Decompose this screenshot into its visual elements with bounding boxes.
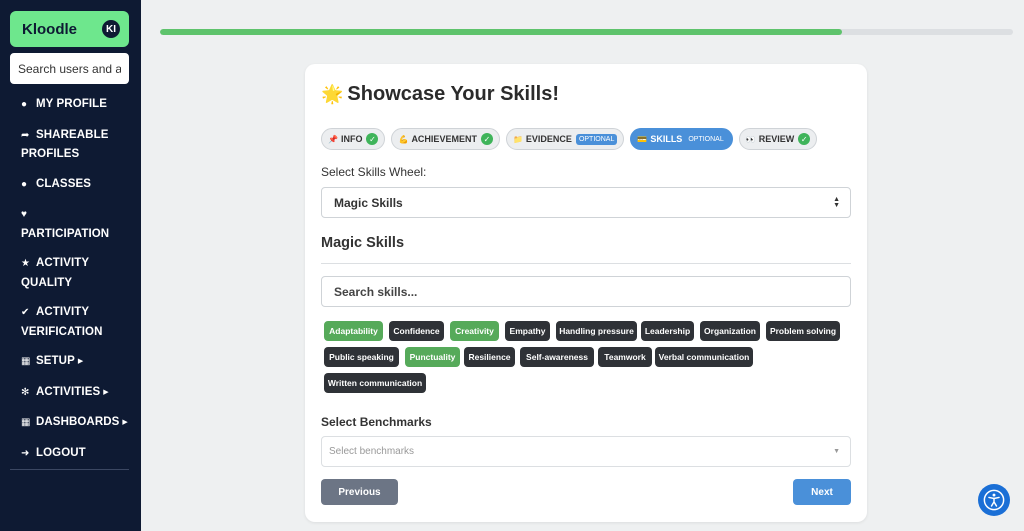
step-label: ACHIEVEMENT (411, 134, 477, 144)
skill-tag-confidence[interactable]: Confidence (389, 321, 444, 341)
skill-tag-organization[interactable]: Organization (700, 321, 760, 341)
caret-right-icon: ▶ (103, 388, 109, 396)
sort-arrows-icon: ▲ ▼ (833, 195, 840, 209)
step-tab-info[interactable]: 📌 INFO ✓ (321, 128, 386, 150)
skill-tag-leadership[interactable]: Leadership (641, 321, 694, 341)
sidebar-item-label: DASHBOARDS (36, 416, 120, 428)
step-tabs: 📌 INFO ✓ 💪 ACHIEVEMENT ✓ 📁 EVIDENCE OPTIONAL 💳… (321, 128, 818, 150)
benchmarks-label: Select Benchmarks (321, 415, 432, 429)
skill-tag-public-speaking[interactable]: Public speaking (324, 347, 399, 367)
sidebar: Kloodle KI ● MY PROFILE ➦SHAREABLE PROFIL… (0, 0, 141, 531)
logout-icon: ➜ (21, 447, 30, 459)
skill-search-input[interactable] (321, 276, 851, 307)
check-icon: ✓ (480, 133, 493, 145)
optional-badge: OPTIONAL (575, 133, 618, 145)
page-title-text: Showcase Your Skills! (347, 83, 559, 105)
muscle-icon: 💪 (398, 134, 409, 144)
accessibility-button[interactable] (978, 484, 1010, 516)
skill-tag-creativity[interactable]: Creativity (450, 321, 499, 341)
step-label: SKILLS (650, 134, 683, 144)
skill-tag-problem-solving[interactable]: Problem solving (766, 321, 840, 341)
star-icon: ★ (21, 258, 31, 269)
sidebar-item-label: SETUP (36, 355, 75, 367)
sidebar-item-dashboards[interactable]: ▦ DASHBOARDS ▶ (0, 413, 141, 433)
sidebar-item-setup[interactable]: ▦ SETUP ▶ (0, 352, 141, 372)
skill-tag-written-communication[interactable]: Written communication (324, 373, 426, 393)
skill-tag-punctuality[interactable]: Punctuality (405, 347, 460, 367)
check-icon: ✓ (798, 133, 811, 145)
sidebar-item-participation[interactable]: ♥ PARTICIPATION (0, 205, 141, 243)
page-title: 🌟 Showcase Your Skills! (321, 83, 559, 106)
sidebar-item-activity-verification[interactable]: ✔ ACTIVITY VERIFICATION (0, 303, 141, 341)
check-icon: ✓ (366, 133, 379, 145)
next-button[interactable]: Next (793, 479, 851, 505)
step-tab-review[interactable]: 👀 REVIEW ✓ (738, 128, 818, 150)
sidebar-item-label: CLASSES (36, 177, 92, 190)
caret-right-icon: ▶ (122, 419, 128, 426)
skill-tag-handling-pressure[interactable]: Handling pressure (556, 321, 637, 341)
user-avatar-badge[interactable]: KI (102, 20, 120, 38)
optional-badge: OPTIONAL (688, 135, 724, 143)
sidebar-item-label: SHAREABLE PROFILES (21, 128, 109, 161)
brand-name: Kloodle (22, 20, 77, 38)
section-divider (321, 263, 851, 264)
heart-icon: ♥ (21, 209, 28, 220)
progress-bar-fill (160, 29, 843, 35)
running-icon: ✻ (21, 386, 30, 398)
skill-tag-verbal-communication[interactable]: Verbal communication (655, 347, 753, 367)
skill-tag-empathy[interactable]: Empathy (505, 321, 550, 341)
step-label: INFO (340, 134, 363, 144)
skills-wheel-value: Magic Skills (334, 195, 403, 210)
step-label: REVIEW (758, 134, 795, 144)
step-tab-achievement[interactable]: 💪 ACHIEVEMENT ✓ (391, 128, 500, 150)
sidebar-search-input[interactable] (10, 53, 129, 84)
skills-wheel-label: Select Skills Wheel: (321, 165, 427, 179)
sidebar-divider (10, 469, 129, 470)
step-tab-skills[interactable]: 💳 SKILLS OPTIONAL (630, 128, 733, 150)
sidebar-item-classes[interactable]: ● CLASSES (0, 175, 141, 195)
sidebar-item-label: PARTICIPATION (21, 227, 110, 240)
skill-tag-teamwork[interactable]: Teamwork (598, 347, 652, 367)
sidebar-item-my-profile[interactable]: ● MY PROFILE (0, 95, 141, 115)
benchmarks-select[interactable]: Select benchmarks ▼ (321, 436, 851, 467)
eyes-icon: 👀 (745, 134, 756, 144)
pin-icon: 📌 (328, 134, 338, 144)
sidebar-item-activities[interactable]: ✻ ACTIVITIES ▶ (0, 383, 141, 403)
step-label: EVIDENCE (525, 134, 572, 144)
accessibility-icon (983, 489, 1005, 511)
skills-card: 🌟 Showcase Your Skills! 📌 INFO ✓ 💪 ACHIEVEME… (305, 64, 867, 522)
share-icon: ➦ (21, 129, 30, 141)
chart-icon: ▦ (21, 417, 31, 428)
sidebar-item-activity-quality[interactable]: ★ ACTIVITY QUALITY (0, 254, 141, 292)
folder-icon: 📁 (512, 134, 523, 144)
sidebar-item-shareable-profiles[interactable]: ➦ SHAREABLE PROFILES (0, 126, 141, 164)
star-icon: 🌟 (321, 84, 344, 104)
skill-tag-resilience[interactable]: Resilience (464, 347, 515, 367)
skill-tag-adaptability[interactable]: Adaptability (324, 321, 383, 341)
sidebar-nav: ● MY PROFILE ➦ SHAREABLE PROFILES ● CLASSES… (0, 95, 141, 474)
id-card-icon: 💳 (637, 134, 648, 144)
chevron-down-icon: ▼ (833, 448, 840, 455)
skills-wheel-select[interactable]: Magic Skills ▲ ▼ (321, 187, 851, 218)
benchmarks-placeholder: Select benchmarks (329, 446, 415, 457)
user-icon: ● (21, 99, 28, 110)
brand-logo[interactable]: Kloodle KI (10, 11, 129, 47)
skills-wheel-heading: Magic Skills (321, 235, 405, 251)
sidebar-item-label: LOGOUT (36, 446, 86, 459)
previous-button[interactable]: Previous (321, 479, 398, 505)
sidebar-item-label: MY PROFILE (36, 98, 108, 110)
check-circle-icon: ✔ (21, 307, 30, 318)
sidebar-item-label: ACTIVITIES (36, 385, 101, 398)
skill-tag-self-awareness[interactable]: Self-awareness (520, 347, 594, 367)
caret-right-icon: ▶ (77, 358, 84, 365)
step-tab-evidence[interactable]: 📁 EVIDENCE OPTIONAL (505, 128, 625, 150)
progress-bar (160, 29, 1013, 35)
users-icon: ● (21, 178, 28, 190)
grid-icon: ▦ (21, 356, 31, 367)
sidebar-item-logout[interactable]: ➜ LOGOUT (0, 444, 141, 464)
